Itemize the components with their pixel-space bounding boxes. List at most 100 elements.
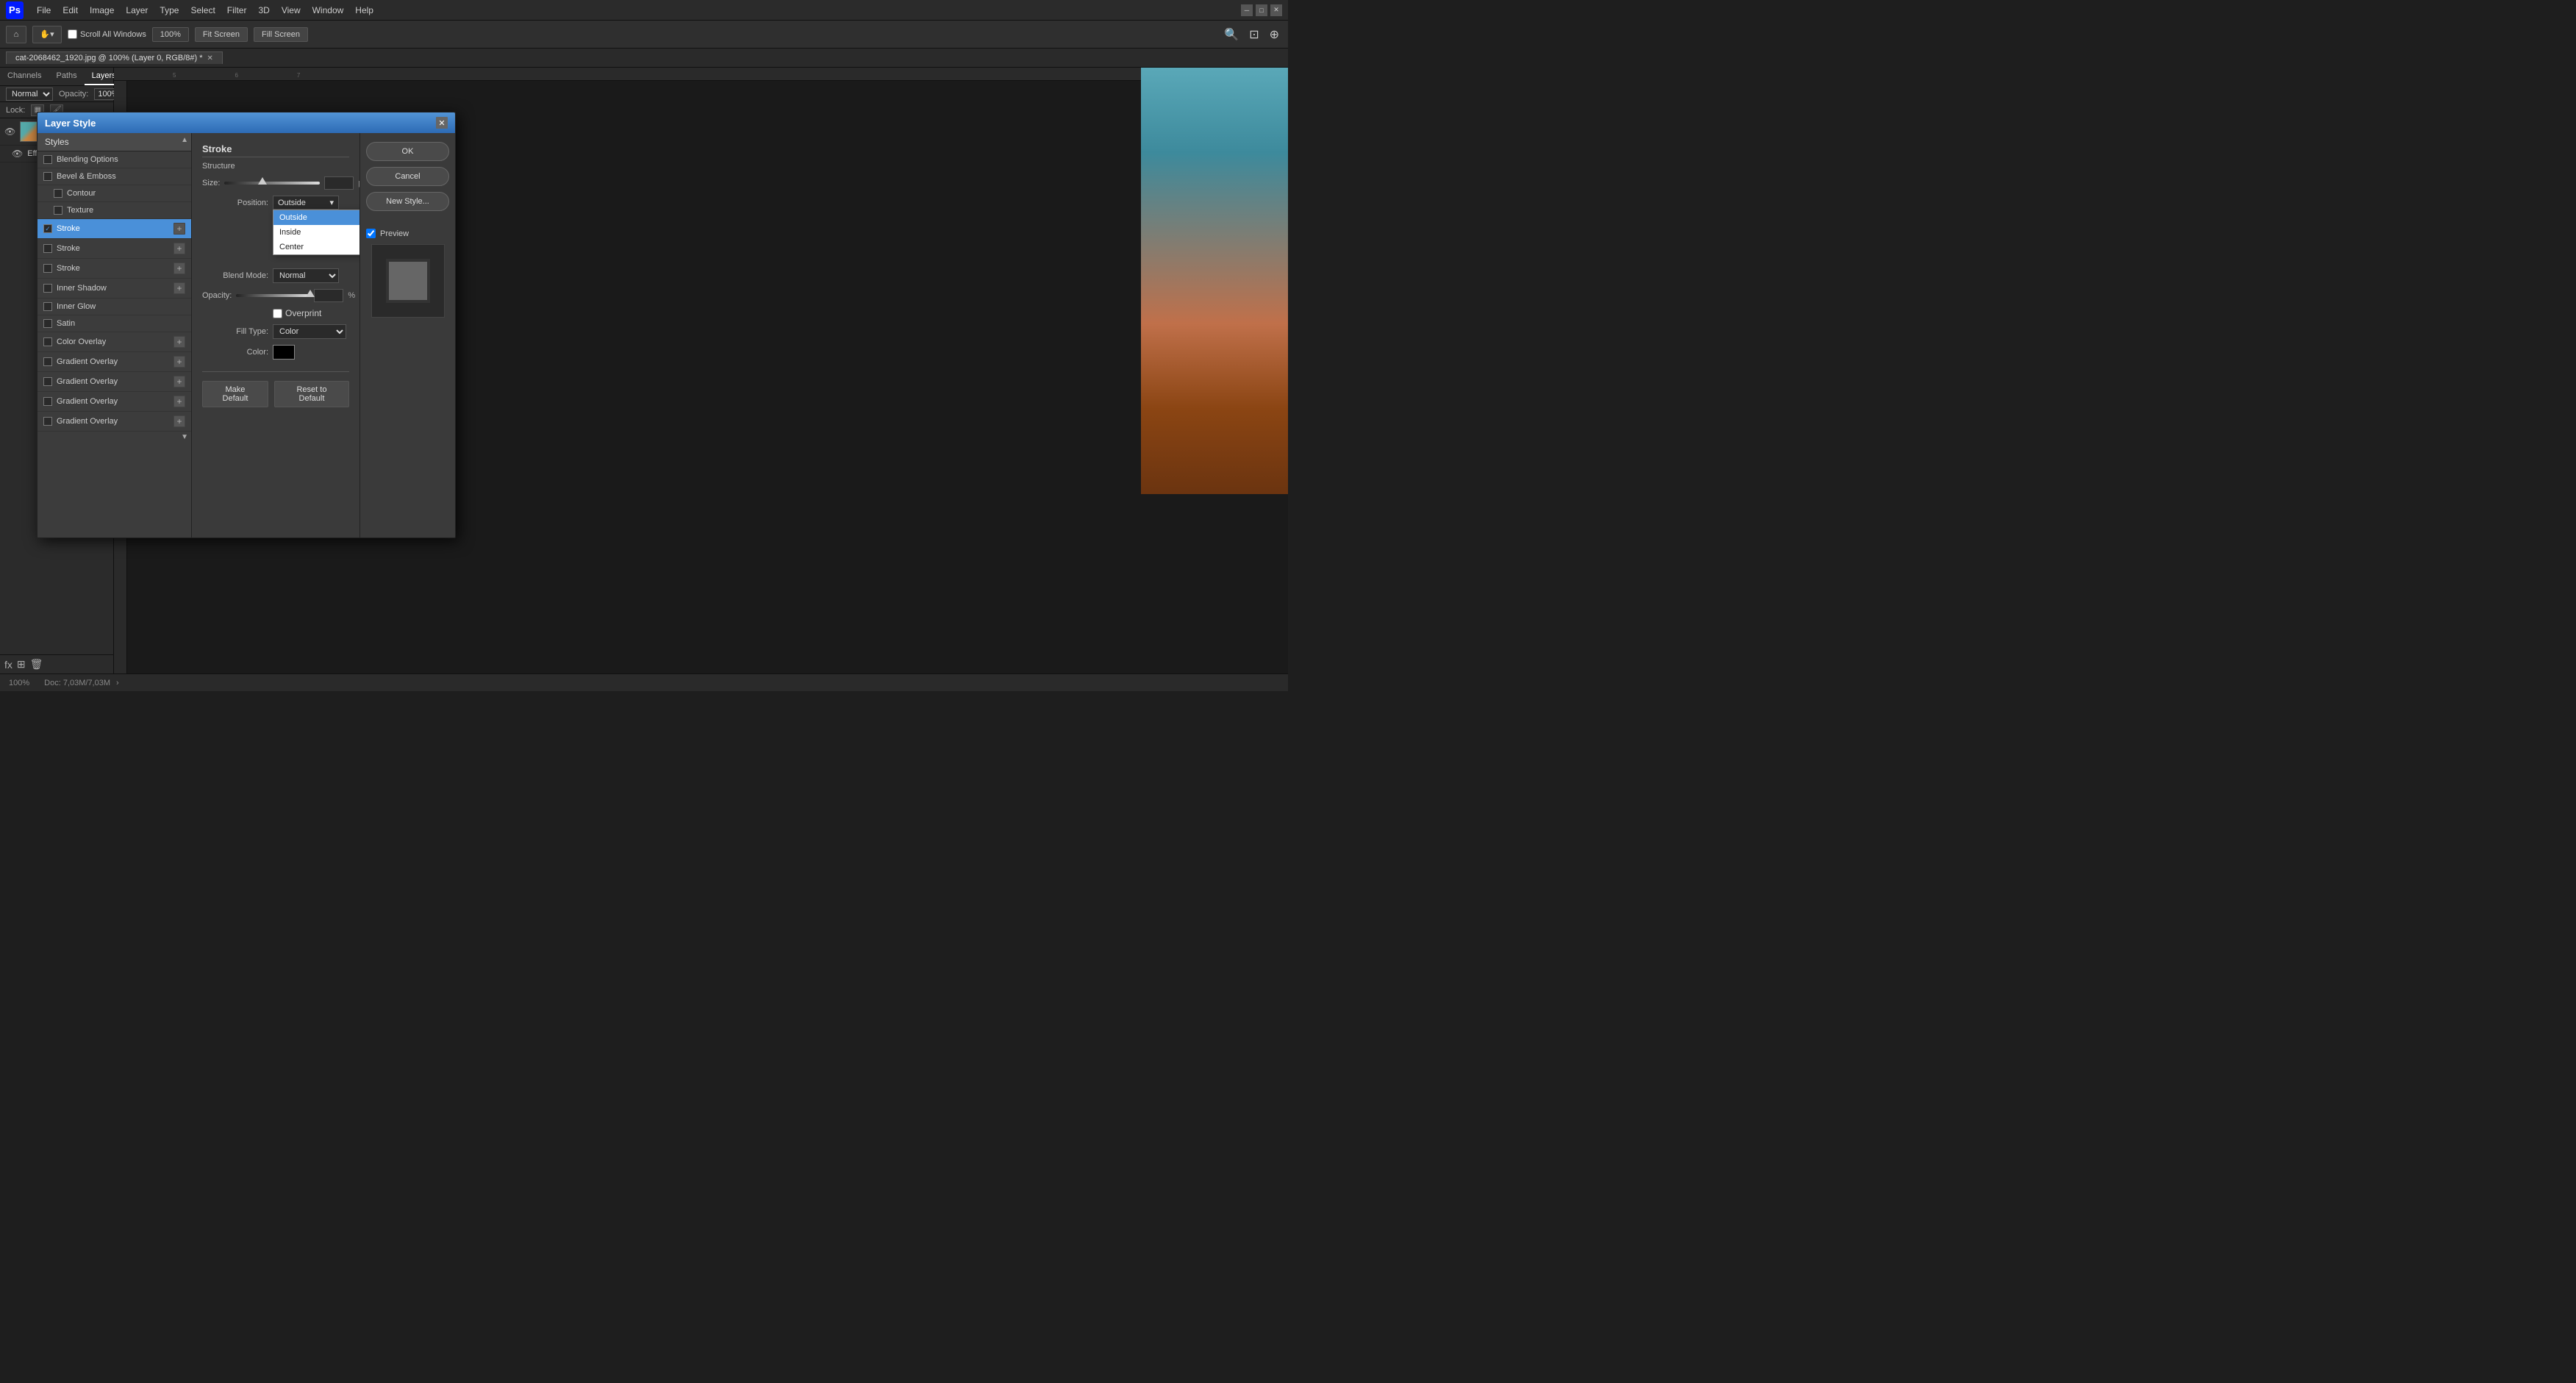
sidebar-item-gradient-overlay-3[interactable]: Gradient Overlay + xyxy=(37,392,191,412)
eye-icon-0[interactable]: 👁 xyxy=(4,126,15,137)
color-swatch[interactable] xyxy=(273,345,295,360)
nav-hand-button[interactable]: ✋▾ xyxy=(32,26,62,43)
sidebar-item-texture[interactable]: Texture xyxy=(37,202,191,219)
sidebar-item-color-overlay[interactable]: Color Overlay + xyxy=(37,332,191,352)
inner-glow-checkbox[interactable] xyxy=(43,302,52,311)
preview-checkbox[interactable] xyxy=(366,229,376,238)
gradient-overlay4-checkbox[interactable] xyxy=(43,417,52,426)
opacity-slider-thumb[interactable] xyxy=(306,290,315,297)
size-input[interactable]: 13 xyxy=(324,176,354,190)
preview-checkbox-label[interactable]: Preview xyxy=(366,229,449,238)
opacity-slider[interactable] xyxy=(236,294,310,297)
sidebar-item-gradient-overlay-4[interactable]: Gradient Overlay + xyxy=(37,412,191,432)
stroke3-checkbox[interactable] xyxy=(43,264,52,273)
opacity-input-dialog[interactable]: 100 xyxy=(314,289,343,302)
fit-screen-button[interactable]: Fit Screen xyxy=(195,27,248,42)
menu-filter[interactable]: Filter xyxy=(221,4,253,17)
contour-checkbox[interactable] xyxy=(54,189,62,198)
sidebar-item-bevel-emboss[interactable]: Bevel & Emboss xyxy=(37,168,191,185)
nav-home-button[interactable]: ⌂ xyxy=(6,26,26,43)
status-arrow-btn[interactable]: › xyxy=(116,679,119,687)
menu-edit[interactable]: Edit xyxy=(57,4,84,17)
sidebar-item-satin[interactable]: Satin xyxy=(37,315,191,332)
sidebar-item-gradient-overlay-1[interactable]: Gradient Overlay + xyxy=(37,352,191,372)
blending-options-checkbox[interactable] xyxy=(43,155,52,164)
gradient-overlay2-checkbox[interactable] xyxy=(43,377,52,386)
bevel-emboss-checkbox[interactable] xyxy=(43,172,52,181)
sidebar-scroll-up-btn[interactable]: ▲ xyxy=(181,136,188,144)
minimize-button[interactable]: ─ xyxy=(1241,4,1253,16)
sidebar-item-stroke-3[interactable]: Stroke + xyxy=(37,259,191,279)
scroll-all-windows-checkbox-label[interactable]: Scroll All Windows xyxy=(68,29,146,39)
gradient-overlay2-add-btn[interactable]: + xyxy=(173,376,185,387)
sidebar-item-stroke-active[interactable]: ✓ Stroke + xyxy=(37,219,191,239)
layer-style-dialog[interactable]: Layer Style ✕ Styles ▲ Blending Options xyxy=(37,112,456,538)
sidebar-item-blending-options[interactable]: Blending Options xyxy=(37,151,191,168)
reset-to-default-button[interactable]: Reset to Default xyxy=(274,381,349,407)
sidebar-item-inner-shadow[interactable]: Inner Shadow + xyxy=(37,279,191,299)
menu-image[interactable]: Image xyxy=(84,4,120,17)
fill-type-label: Fill Type: xyxy=(202,327,268,336)
menu-view[interactable]: View xyxy=(276,4,307,17)
position-option-inside[interactable]: Inside xyxy=(273,225,359,240)
ok-button[interactable]: OK xyxy=(366,142,449,161)
fill-type-select[interactable]: Color xyxy=(273,324,346,339)
fill-screen-button[interactable]: Fill Screen xyxy=(254,27,308,42)
sidebar-item-stroke-2[interactable]: Stroke + xyxy=(37,239,191,259)
sidebar-item-contour[interactable]: Contour xyxy=(37,185,191,202)
new-style-button[interactable]: New Style... xyxy=(366,192,449,211)
eye-icon-eff[interactable]: 👁 xyxy=(12,149,23,159)
gradient-overlay3-checkbox[interactable] xyxy=(43,397,52,406)
blend-mode-select[interactable]: Normal xyxy=(6,87,53,101)
stroke-active-checkbox[interactable]: ✓ xyxy=(43,224,52,233)
sidebar-item-gradient-overlay-2[interactable]: Gradient Overlay + xyxy=(37,372,191,392)
menu-layer[interactable]: Layer xyxy=(120,4,154,17)
scroll-all-windows-checkbox[interactable] xyxy=(68,29,77,39)
blend-mode-select-dialog[interactable]: Normal xyxy=(273,268,339,283)
delete-layer-button[interactable]: 🗑 xyxy=(30,658,43,671)
inner-shadow-add-btn[interactable]: + xyxy=(173,282,185,294)
stroke3-label: Stroke xyxy=(57,264,169,273)
make-default-button[interactable]: Make Default xyxy=(202,381,268,407)
dialog-close-button[interactable]: ✕ xyxy=(436,117,448,129)
zoom-display[interactable]: 100% xyxy=(152,27,189,42)
document-tab[interactable]: cat-2068462_1920.jpg @ 100% (Layer 0, RG… xyxy=(6,51,223,64)
sidebar-item-inner-glow[interactable]: Inner Glow xyxy=(37,299,191,315)
tab-paths[interactable]: Paths xyxy=(49,68,84,85)
satin-checkbox[interactable] xyxy=(43,319,52,328)
menu-select[interactable]: Select xyxy=(185,4,221,17)
fx-button[interactable]: fx xyxy=(4,659,12,671)
menu-help[interactable]: Help xyxy=(349,4,379,17)
color-overlay-add-btn[interactable]: + xyxy=(173,336,185,348)
gradient-overlay1-checkbox[interactable] xyxy=(43,357,52,366)
share-icon-btn[interactable]: ⊕ xyxy=(1267,26,1282,43)
close-button[interactable]: ✕ xyxy=(1270,4,1282,16)
color-overlay-checkbox[interactable] xyxy=(43,337,52,346)
texture-checkbox[interactable] xyxy=(54,206,62,215)
position-dropdown[interactable]: Outside ▾ xyxy=(273,196,339,210)
overprint-checkbox[interactable] xyxy=(273,309,282,318)
search-icon-btn[interactable]: 🔍 xyxy=(1221,26,1242,43)
maximize-button[interactable]: □ xyxy=(1256,4,1267,16)
stroke-active-add-btn[interactable]: + xyxy=(173,223,185,235)
tab-channels[interactable]: Channels xyxy=(0,68,49,85)
menu-window[interactable]: Window xyxy=(307,4,350,17)
cancel-button[interactable]: Cancel xyxy=(366,167,449,186)
size-slider-thumb[interactable] xyxy=(258,177,267,185)
document-tab-close[interactable]: ✕ xyxy=(207,54,213,62)
inner-shadow-checkbox[interactable] xyxy=(43,284,52,293)
menu-3d[interactable]: 3D xyxy=(252,4,275,17)
position-option-outside[interactable]: Outside xyxy=(273,210,359,225)
gradient-overlay1-add-btn[interactable]: + xyxy=(173,356,185,368)
new-layer-button[interactable]: ⊞ xyxy=(17,658,26,671)
canvas-rotate-icon-btn[interactable]: ⊡ xyxy=(1246,26,1262,43)
stroke3-add-btn[interactable]: + xyxy=(173,262,185,274)
menu-type[interactable]: Type xyxy=(154,4,185,17)
size-slider[interactable] xyxy=(224,182,320,185)
menu-file[interactable]: File xyxy=(31,4,57,17)
gradient-overlay4-add-btn[interactable]: + xyxy=(173,415,185,427)
position-option-center[interactable]: Center xyxy=(273,240,359,254)
gradient-overlay3-add-btn[interactable]: + xyxy=(173,396,185,407)
stroke2-checkbox[interactable] xyxy=(43,244,52,253)
stroke2-add-btn[interactable]: + xyxy=(173,243,185,254)
